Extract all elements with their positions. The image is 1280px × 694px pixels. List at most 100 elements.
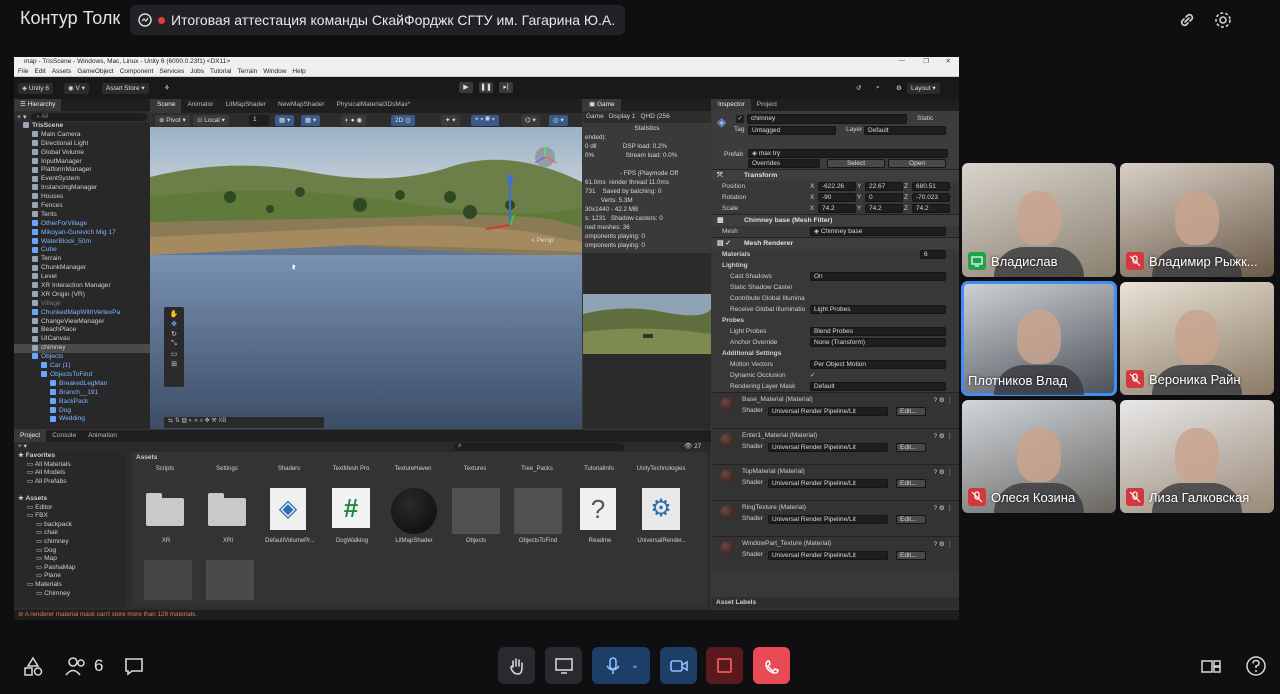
shading-icon[interactable]: ◐ ● ◉ [341, 115, 367, 126]
asset-item[interactable]: ObjectsToFind [514, 488, 562, 548]
folder-label[interactable]: TextMesh Pro [316, 466, 386, 472]
project-tree-item[interactable]: ▭ Chimney [14, 590, 126, 599]
raise-hand-button[interactable] [498, 647, 535, 684]
hierarchy-item[interactable]: InputManager [14, 158, 150, 167]
hierarchy-item[interactable]: Mikoyan-Gurevich Mig 17 [14, 229, 150, 238]
shader-dropdown[interactable]: Universal Render Pipeline/Lit [768, 407, 888, 416]
folder-label[interactable]: Textures [440, 466, 510, 472]
position-y-input[interactable]: 22.67 [865, 182, 903, 191]
menu-item-terrain[interactable]: Terrain [237, 68, 257, 75]
cast-shadows-row[interactable]: Cast Shadows On [712, 271, 959, 282]
asset-store-button[interactable]: Asset Store ▾ [102, 83, 149, 94]
menu-item-gameobject[interactable]: GameObject [77, 68, 114, 75]
tab-hierarchy[interactable]: ☰ Hierarchy [14, 99, 62, 111]
folder-label[interactable]: Scripts [130, 466, 200, 472]
hierarchy-item[interactable]: BeachPlace [14, 326, 150, 335]
scale-tool-icon[interactable]: ⤡ [171, 340, 177, 348]
edit-shader-button[interactable]: Edit... [896, 443, 926, 452]
tab-project[interactable]: Project [751, 99, 783, 111]
anchor-override-row-value[interactable]: None (Transform) [810, 338, 946, 347]
hierarchy-item[interactable]: Main Camera [14, 131, 150, 140]
participant-tile[interactable]: Владислав [962, 163, 1116, 277]
shader-dropdown[interactable]: Universal Render Pipeline/Lit [768, 443, 888, 452]
project-tree-item[interactable]: ▭ All Materials [14, 461, 126, 470]
dynamic-occlusion-checkbox[interactable]: ✓ [810, 370, 815, 381]
perspective-label[interactable]: < Persp [531, 237, 554, 244]
project-tree-item[interactable]: ▭ chimney [14, 538, 126, 547]
light-probes-row[interactable]: Light Probes Blend Probes [712, 326, 959, 337]
project-breadcrumb[interactable]: Assets [132, 452, 707, 463]
asset-item[interactable]: ◈ DefaultVolumePr... [265, 488, 315, 548]
rect-tool-icon[interactable]: ▭ [171, 350, 178, 358]
menu-item-services[interactable]: Services [159, 68, 184, 75]
asset-item[interactable]: # DogWalking [332, 488, 372, 548]
participant-tile[interactable]: Лиза Галковская [1120, 400, 1274, 513]
hierarchy-item[interactable]: Branch__191 [14, 389, 150, 398]
project-tree-item[interactable]: ▭ Plane [14, 572, 126, 581]
hierarchy-item[interactable]: chimney [14, 344, 150, 354]
participant-tile[interactable]: Владимир Рыжк... [1120, 163, 1274, 277]
scene-view[interactable]: < Persp ✋ ✥ ↻ ⤡ ▭ ⊞ ⇆ ⇅ ▧ ◐ ⟡ ⌕ ✥ ⚒ XB [150, 127, 582, 429]
project-tree-item[interactable]: ★ Favorites [14, 452, 126, 461]
create-button[interactable]: + ▾ [18, 442, 27, 450]
project-tree-item[interactable]: ▭ chair [14, 529, 126, 538]
hierarchy-item[interactable]: Fences [14, 202, 150, 211]
edit-shader-button[interactable]: Edit... [896, 479, 926, 488]
unity-version-button[interactable]: ◈ Unity 6 [18, 83, 54, 94]
material-settings-icon[interactable]: ? ⚙ ⋮ [933, 396, 953, 404]
edit-shader-button[interactable]: Edit... [896, 551, 926, 560]
transform-tool-icon[interactable]: ⊞ [171, 360, 177, 368]
tab-animator[interactable]: Animator [181, 99, 219, 113]
terrain-overlay-toolbar[interactable]: ⇆ ⇅ ▧ ◐ ⟡ ⌕ ✥ ⚒ XB [164, 417, 324, 428]
chevron-down-icon[interactable]: ⌄ [631, 660, 639, 671]
anchor-override-row[interactable]: Anchor Override None (Transform) [712, 337, 959, 348]
motion-vectors-row[interactable]: Motion Vectors Per Object Motion [712, 359, 959, 370]
rotation-z-input[interactable]: -70.023 [912, 193, 950, 202]
overrides-dropdown[interactable]: Overrides [748, 159, 820, 168]
gizmos-icon[interactable]: ⌖ ▾ ◉ ▾ [471, 115, 499, 126]
shader-dropdown[interactable]: Universal Render Pipeline/Lit [768, 551, 888, 560]
menu-item-jobs[interactable]: Jobs [190, 68, 204, 75]
add-object-button[interactable]: + ▾ [17, 113, 27, 121]
shader-dropdown[interactable]: Universal Render Pipeline/Lit [768, 479, 888, 488]
hierarchy-item[interactable]: ChangeViewManager [14, 318, 150, 327]
hierarchy-item[interactable]: OtherForVillage [14, 220, 150, 229]
hierarchy-item[interactable]: Global Volume [14, 149, 150, 158]
open-button[interactable]: Open [888, 159, 946, 168]
project-tree-item[interactable]: ▭ All Models [14, 469, 126, 478]
tab-animation[interactable]: Animation [82, 430, 123, 442]
materials-row-value[interactable]: 6 [920, 250, 946, 259]
tab-litmapshader[interactable]: LitMapShader [219, 99, 271, 113]
hierarchy-search-input[interactable]: ⌕ All [30, 112, 147, 121]
tab-physicalmaterial3dsmax[interactable]: PhysicalMaterial3DsMax* [331, 99, 417, 113]
participant-tile[interactable]: Вероника Райн [1120, 282, 1274, 395]
folder-label[interactable]: Settings [192, 466, 262, 472]
settings-gear-icon[interactable] [1213, 10, 1233, 30]
hierarchy-item[interactable]: BackPack [14, 398, 150, 407]
receive-gi-row[interactable]: Receive Global Illuminatio Light Probes [712, 304, 959, 315]
tab-game[interactable]: ▣ Game [583, 99, 621, 111]
tab-project[interactable]: Project [14, 430, 47, 442]
project-tree-item[interactable]: ▭ All Prefabs [14, 478, 126, 487]
folder-label[interactable]: TutorialInfo [564, 466, 634, 472]
material-block[interactable]: RingTexture (Material) Shader Universal Re… [712, 500, 959, 536]
hierarchy-item[interactable]: XR Interaction Manager [14, 282, 150, 291]
screen-share-button[interactable] [545, 647, 582, 684]
hierarchy-item[interactable]: Level [14, 273, 150, 282]
project-tree-item[interactable]: ▭ Map [14, 555, 126, 564]
move-tool-icon[interactable]: ✥ [171, 320, 177, 328]
hierarchy-item[interactable]: Dog [14, 407, 150, 416]
step-icon[interactable]: ▸| [499, 82, 513, 93]
grid-size-input[interactable]: 1 [249, 115, 269, 126]
close-button[interactable]: ✕ [946, 57, 951, 65]
cast-shadows-row-value[interactable]: On [810, 272, 946, 281]
hierarchy-item[interactable]: Tents [14, 211, 150, 220]
project-tree-item[interactable]: ▭ FBX [14, 512, 126, 521]
fx-icon[interactable]: ✦ ▾ [441, 115, 460, 126]
scale-z-input[interactable]: 74.2 [912, 204, 950, 213]
game-mode-dropdown[interactable]: Game [586, 113, 604, 121]
tab-console[interactable]: Console [46, 430, 82, 442]
edit-shader-button[interactable]: Edit... [896, 515, 926, 524]
asset-item[interactable]: Objects [452, 488, 500, 548]
probes-section[interactable]: Probes [712, 315, 959, 326]
